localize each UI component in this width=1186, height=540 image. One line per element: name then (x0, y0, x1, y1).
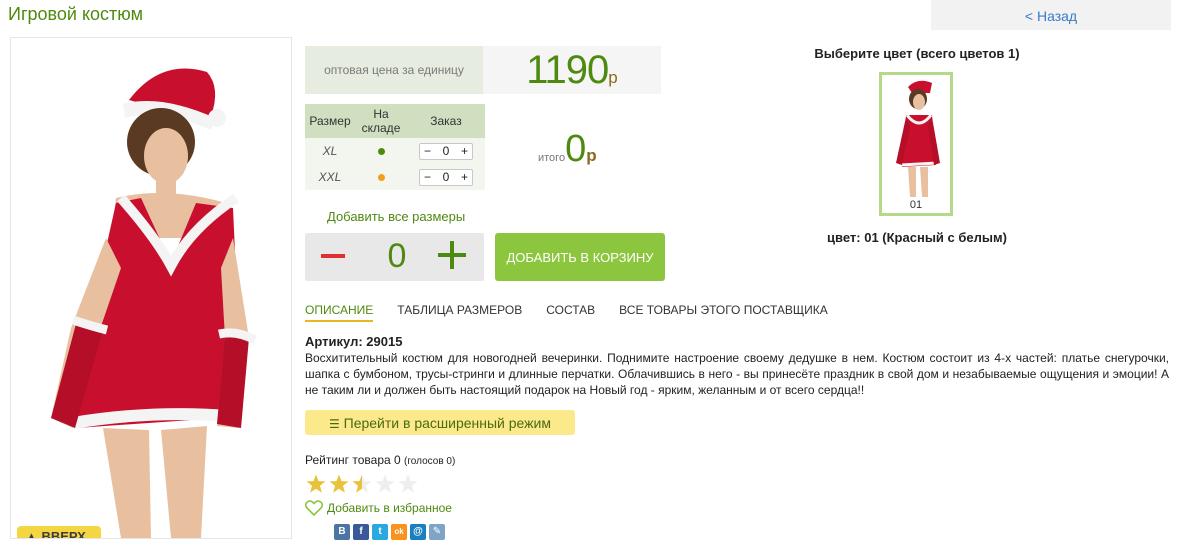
tab-composition[interactable]: СОСТАВ (546, 303, 595, 322)
quantity-value[interactable]: 0 (443, 144, 450, 158)
star-icon[interactable] (398, 474, 418, 493)
favorite-label: Добавить в избранное (327, 501, 452, 515)
quantity-stepper: − 0 + (419, 142, 473, 160)
star-icon[interactable] (329, 474, 349, 493)
costume-image (51, 68, 258, 538)
scroll-up-button[interactable]: ▲ ВВЕРХ (17, 526, 101, 538)
table-row: XL − 0 + (305, 138, 485, 164)
product-photo[interactable]: ▲ ВВЕРХ (10, 37, 292, 539)
quantity-stepper: − 0 + (419, 168, 473, 186)
size-cell: XL (305, 138, 355, 164)
color-thumbnail-label: 01 (909, 199, 923, 211)
extended-mode-label: Перейти в расширенный режим (343, 415, 551, 431)
plus-button[interactable]: + (461, 144, 468, 158)
minus-icon[interactable] (321, 254, 345, 258)
star-icon[interactable] (352, 474, 372, 493)
quantity-value[interactable]: 0 (443, 170, 450, 184)
table-row: XXL − 0 + (305, 164, 485, 190)
tab-description[interactable]: ОПИСАНИЕ (305, 303, 374, 322)
rating-votes: (голосов 0) (404, 456, 456, 467)
size-header: Размер (305, 104, 355, 138)
rating-stars[interactable] (305, 474, 420, 494)
selected-color-label: цвет: 01 (Красный с белым) (827, 230, 1007, 245)
color-choose-label: Выберите цвет (всего цветов 1) (814, 46, 1020, 61)
color-thumbnail[interactable]: 01 (879, 72, 953, 216)
rating-label: Рейтинг товара 0 (305, 453, 401, 467)
plus-icon[interactable] (438, 240, 468, 270)
tab-size-table[interactable]: ТАБЛИЦА РАЗМЕРОВ (397, 303, 522, 322)
stock-header: На складе (355, 104, 407, 138)
sizes-table: Размер На складе Заказ XL − 0 + XXL − 0 … (305, 104, 485, 190)
order-cell: − 0 + (407, 164, 485, 190)
back-link[interactable]: < Назад (931, 0, 1171, 30)
stock-cell (355, 138, 407, 164)
page-title: Игровой костюм (8, 4, 143, 24)
product-rating: Рейтинг товара 0 (голосов 0) (305, 453, 455, 467)
main-quantity-value[interactable]: 0 (375, 233, 419, 279)
price-value-box: 1190р (483, 46, 661, 94)
stock-cell (355, 164, 407, 190)
product-description: Восхитительный костюм для новогодней веч… (305, 351, 1169, 397)
add-to-favorites[interactable]: Добавить в избранное (305, 500, 452, 516)
sizes-header-row: Размер На складе Заказ (305, 104, 485, 138)
order-cell: − 0 + (407, 138, 485, 164)
product-tabs: ОПИСАНИЕ ТАБЛИЦА РАЗМЕРОВ СОСТАВ ВСЕ ТОВ… (305, 303, 852, 322)
price-currency: р (608, 68, 618, 87)
total-label: итого (538, 152, 566, 164)
stars-icon[interactable] (305, 474, 420, 494)
list-icon: ☰ (328, 417, 340, 431)
order-total: итого0р (538, 128, 597, 171)
total-value: 0 (565, 128, 587, 170)
star-icon[interactable] (306, 474, 326, 493)
total-currency: р (586, 146, 597, 165)
add-all-sizes-link[interactable]: Добавить все размеры (327, 209, 465, 224)
order-header: Заказ (407, 104, 485, 138)
minus-button[interactable]: − (424, 144, 431, 158)
heart-icon (305, 500, 323, 516)
tab-supplier-products[interactable]: ВСЕ ТОВАРЫ ЭТОГО ПОСТАВЩИКА (619, 303, 828, 322)
price-value: 1190 (526, 48, 609, 92)
minus-button[interactable]: − (424, 170, 431, 184)
extended-mode-button[interactable]: ☰ Перейти в расширенный режим (305, 410, 575, 435)
plus-button[interactable]: + (461, 170, 468, 184)
stock-indicator-icon (377, 174, 385, 181)
star-icon[interactable] (375, 474, 395, 493)
price-label: оптовая цена за единицу (305, 46, 483, 94)
add-to-cart-button[interactable]: ДОБАВИТЬ В КОРЗИНУ (495, 233, 665, 281)
color-thumbnail-image (896, 80, 940, 197)
article-number: Артикул: 29015 (305, 334, 403, 349)
size-cell: XXL (305, 164, 355, 190)
stock-indicator-icon (377, 148, 385, 155)
main-quantity-stepper: 0 (305, 233, 484, 281)
